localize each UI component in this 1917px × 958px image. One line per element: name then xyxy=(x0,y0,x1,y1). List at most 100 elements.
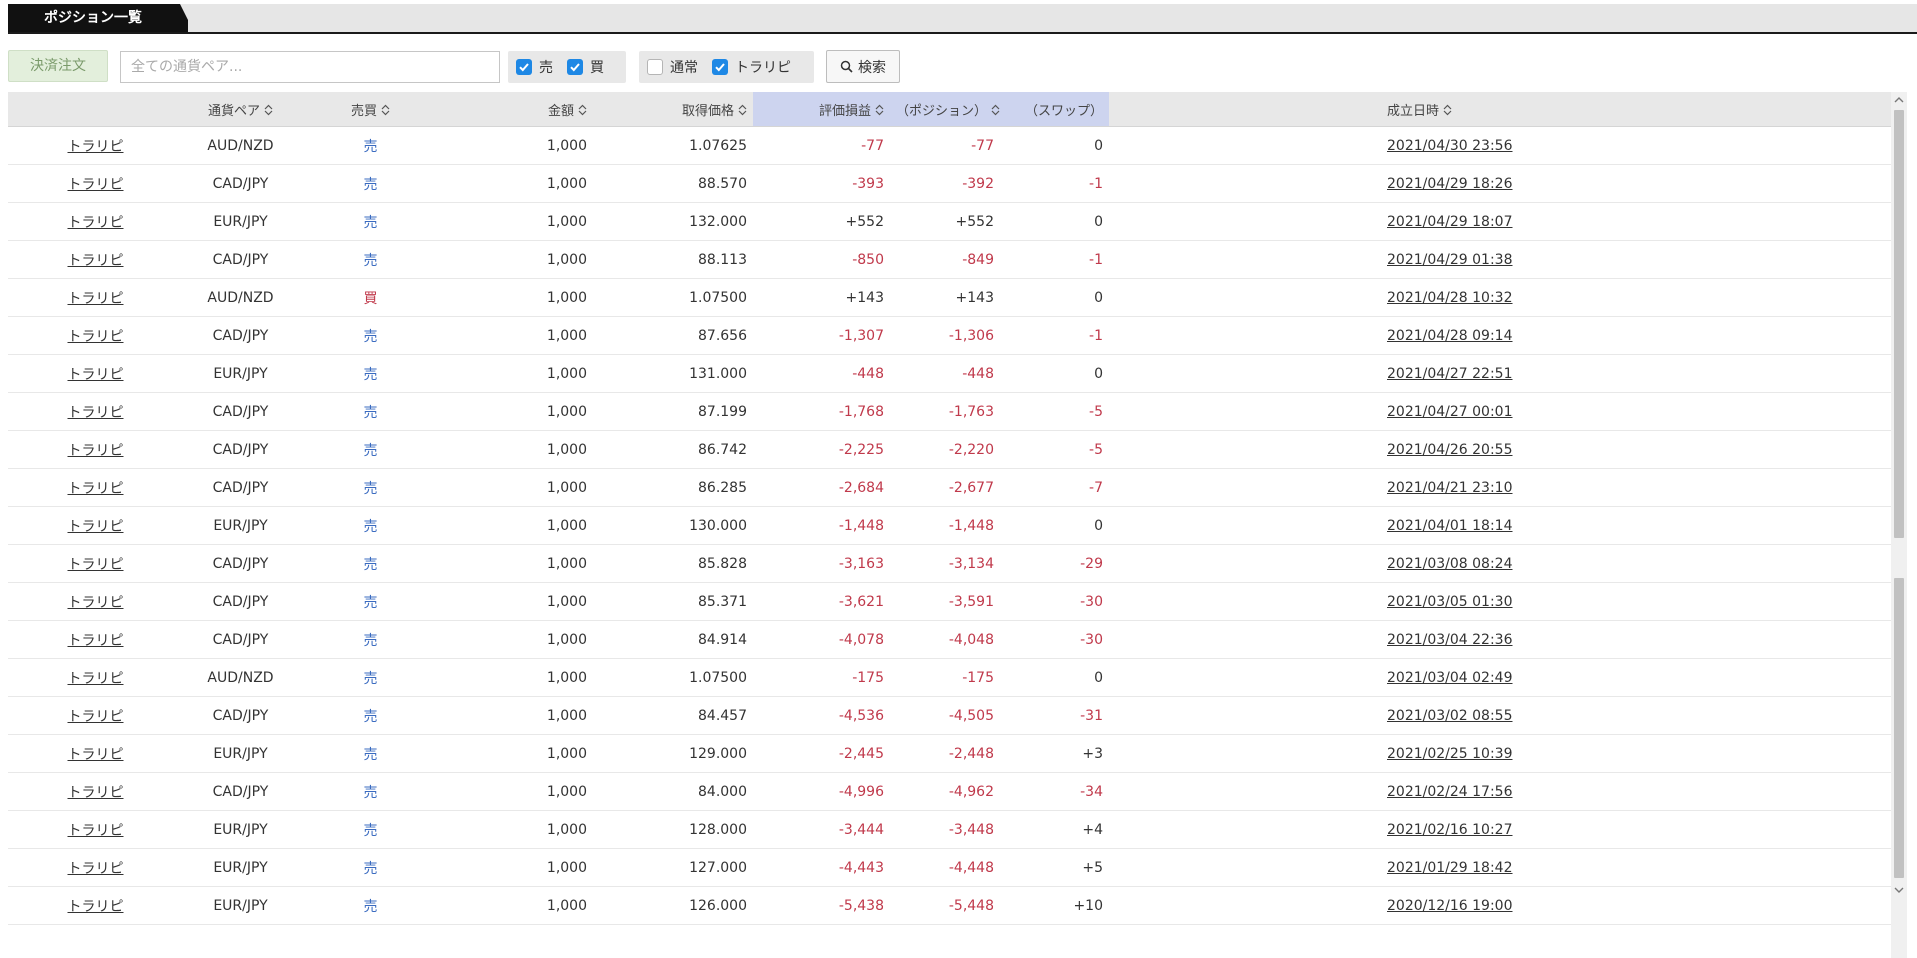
position-type-link[interactable]: トラリピ xyxy=(8,620,183,659)
amount-cell: 1,000 xyxy=(443,468,593,507)
position-type-link[interactable]: トラリピ xyxy=(8,392,183,431)
filter-trapips-checkbox[interactable]: トラリピ xyxy=(712,57,791,77)
scroll-up-icon[interactable] xyxy=(1891,92,1907,108)
scroll-down-icon[interactable] xyxy=(1891,882,1907,898)
position-type-link[interactable]: トラリピ xyxy=(8,316,183,355)
currency-pair-cell: EUR/JPY xyxy=(183,202,298,241)
execution-date-link[interactable]: 2021/03/02 08:55 xyxy=(1379,696,1891,735)
position-type-link[interactable]: トラリピ xyxy=(8,658,183,697)
execution-date-link[interactable]: 2021/04/28 09:14 xyxy=(1379,316,1891,355)
swap-cell: -5 xyxy=(1000,430,1109,469)
position-type-link[interactable]: トラリピ xyxy=(8,886,183,925)
currency-pair-cell: CAD/JPY xyxy=(183,772,298,811)
pnl-cell: -175 xyxy=(753,658,890,697)
col-price-header[interactable]: 取得価格 xyxy=(593,92,753,127)
position-type-link[interactable]: トラリピ xyxy=(8,696,183,735)
price-cell: 132.000 xyxy=(593,202,753,241)
col-position-header[interactable]: （ポジション） xyxy=(890,92,1000,127)
position-type-link[interactable]: トラリピ xyxy=(8,278,183,317)
pnl-cell: -850 xyxy=(753,240,890,279)
filter-sell-checkbox[interactable]: 売 xyxy=(516,57,553,77)
side-cell: 売 xyxy=(298,620,443,659)
amount-cell: 1,000 xyxy=(443,658,593,697)
col-pnl-header[interactable]: 評価損益 xyxy=(753,92,890,127)
swap-cell: -30 xyxy=(1000,582,1109,621)
execution-date-link[interactable]: 2021/02/16 10:27 xyxy=(1379,810,1891,849)
side-cell: 売 xyxy=(298,202,443,241)
execution-date-link[interactable]: 2021/04/29 18:07 xyxy=(1379,202,1891,241)
swap-cell: 0 xyxy=(1000,202,1109,241)
execution-date-link[interactable]: 2021/04/21 23:10 xyxy=(1379,468,1891,507)
execution-date-link[interactable]: 2021/02/25 10:39 xyxy=(1379,734,1891,773)
pnl-cell: -4,536 xyxy=(753,696,890,735)
position-type-link[interactable]: トラリピ xyxy=(8,240,183,279)
execution-date-link[interactable]: 2020/12/16 19:00 xyxy=(1379,886,1891,925)
swap-cell: 0 xyxy=(1000,658,1109,697)
position-pnl-cell: -392 xyxy=(890,164,1000,203)
swap-cell: 0 xyxy=(1000,354,1109,393)
swap-cell: 0 xyxy=(1000,278,1109,317)
execution-date-link[interactable]: 2021/03/04 22:36 xyxy=(1379,620,1891,659)
position-type-link[interactable]: トラリピ xyxy=(8,354,183,393)
execution-date-link[interactable]: 2021/04/01 18:14 xyxy=(1379,506,1891,545)
amount-cell: 1,000 xyxy=(443,734,593,773)
swap-cell: -1 xyxy=(1000,316,1109,355)
execution-date-link[interactable]: 2021/04/29 01:38 xyxy=(1379,240,1891,279)
amount-cell: 1,000 xyxy=(443,278,593,317)
position-type-link[interactable]: トラリピ xyxy=(8,734,183,773)
swap-cell: +10 xyxy=(1000,886,1109,925)
filter-sell-label: 売 xyxy=(539,60,553,76)
pnl-cell: -5,438 xyxy=(753,886,890,925)
execution-date-link[interactable]: 2021/03/05 01:30 xyxy=(1379,582,1891,621)
position-type-link[interactable]: トラリピ xyxy=(8,202,183,241)
swap-cell: +3 xyxy=(1000,734,1109,773)
position-type-link[interactable]: トラリピ xyxy=(8,164,183,203)
col-amount-header[interactable]: 金額 xyxy=(443,92,593,127)
filter-buy-checkbox[interactable]: 買 xyxy=(567,57,604,77)
currency-pair-cell: AUD/NZD xyxy=(183,658,298,697)
spacer-cell xyxy=(1109,696,1379,735)
table-row: トラリピ CAD/JPY 売 1,000 87.656 -1,307 -1,306 -1 202… xyxy=(8,316,1891,355)
position-type-link[interactable]: トラリピ xyxy=(8,468,183,507)
position-type-link[interactable]: トラリピ xyxy=(8,582,183,621)
col-side-header[interactable]: 売買 xyxy=(298,92,443,127)
currency-pair-cell: EUR/JPY xyxy=(183,506,298,545)
filter-buy-label: 買 xyxy=(590,60,604,76)
execution-date-link[interactable]: 2021/03/04 02:49 xyxy=(1379,658,1891,697)
position-type-link[interactable]: トラリピ xyxy=(8,430,183,469)
col-date-header[interactable]: 成立日時 xyxy=(1379,92,1891,127)
execution-date-link[interactable]: 2021/02/24 17:56 xyxy=(1379,772,1891,811)
filter-normal-checkbox[interactable]: 通常 xyxy=(647,57,698,77)
position-pnl-cell: -77 xyxy=(890,126,1000,165)
position-type-link[interactable]: トラリピ xyxy=(8,848,183,887)
execution-date-link[interactable]: 2021/04/29 18:26 xyxy=(1379,164,1891,203)
currency-pair-cell: EUR/JPY xyxy=(183,848,298,887)
position-pnl-cell: -5,448 xyxy=(890,886,1000,925)
position-type-link[interactable]: トラリピ xyxy=(8,544,183,583)
execution-date-link[interactable]: 2021/04/26 20:55 xyxy=(1379,430,1891,469)
vertical-scrollbar[interactable] xyxy=(1891,92,1907,958)
search-button[interactable]: 検索 xyxy=(826,50,900,83)
execution-date-link[interactable]: 2021/04/28 10:32 xyxy=(1379,278,1891,317)
execution-date-link[interactable]: 2021/04/27 00:01 xyxy=(1379,392,1891,431)
scrollbar-thumb[interactable] xyxy=(1894,110,1904,538)
table-row: トラリピ CAD/JPY 売 1,000 84.000 -4,996 -4,962 -34 20… xyxy=(8,772,1891,811)
sort-icon xyxy=(578,104,587,115)
spacer-cell xyxy=(1109,202,1379,241)
execution-date-link[interactable]: 2021/04/27 22:51 xyxy=(1379,354,1891,393)
position-type-link[interactable]: トラリピ xyxy=(8,126,183,165)
position-type-link[interactable]: トラリピ xyxy=(8,810,183,849)
price-cell: 86.742 xyxy=(593,430,753,469)
settle-order-button[interactable]: 決済注文 xyxy=(8,50,108,82)
execution-date-link[interactable]: 2021/04/30 23:56 xyxy=(1379,126,1891,165)
scrollbar-track-segment[interactable] xyxy=(1894,578,1904,878)
position-type-link[interactable]: トラリピ xyxy=(8,772,183,811)
currency-pair-search-input[interactable] xyxy=(120,51,500,83)
execution-date-link[interactable]: 2021/01/29 18:42 xyxy=(1379,848,1891,887)
execution-date-link[interactable]: 2021/03/08 08:24 xyxy=(1379,544,1891,583)
col-pair-header[interactable]: 通貨ペア xyxy=(183,92,298,127)
position-type-link[interactable]: トラリピ xyxy=(8,506,183,545)
currency-pair-cell: CAD/JPY xyxy=(183,582,298,621)
tab-position-list[interactable]: ポジション一覧 xyxy=(8,4,188,32)
pnl-cell: -1,448 xyxy=(753,506,890,545)
